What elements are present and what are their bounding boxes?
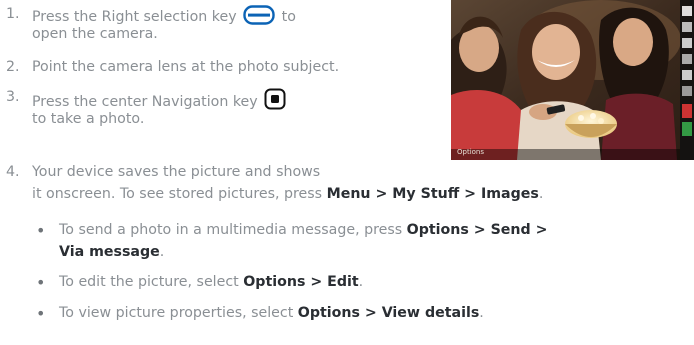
softkey-options-label: Options — [457, 148, 485, 156]
bullet-2-text: To edit the picture, select — [59, 274, 239, 290]
step-1: 1. Press the Right selection key to open… — [6, 5, 446, 45]
step-3: 3. Press the center Navigation key to ta… — [6, 88, 446, 130]
period: . — [538, 186, 544, 202]
step-number: 4. — [6, 164, 20, 180]
bullet-icon: • — [36, 304, 46, 323]
via-message-path: Via message — [59, 244, 160, 260]
photo-illustration — [451, 0, 694, 160]
step-4-line-1: Your device saves the picture and shows — [32, 164, 321, 180]
bullet-1-line-1: To send a photo in a multimedia message,… — [59, 221, 548, 240]
step-1-text-before: Press the Right selection key — [32, 9, 237, 25]
manual-page: 1. Press the Right selection key to open… — [0, 0, 694, 345]
step-3-line-2: to take a photo. — [32, 111, 145, 127]
step-2: 2. Point the camera lens at the photo su… — [6, 58, 446, 78]
bullet-3-text: To view picture properties, select — [59, 305, 294, 321]
bullet-icon: • — [36, 221, 46, 240]
options-view-details-path: Options > View details — [297, 305, 480, 321]
step-4-line-2: it onscreen. To see stored pictures, pre… — [32, 185, 543, 204]
step-number: 2. — [6, 59, 20, 75]
step-1-line-2: open the camera. — [32, 26, 158, 42]
bullet-icon: • — [36, 273, 46, 292]
right-selection-key-icon — [243, 5, 275, 31]
bullet-1-text: To send a photo in a multimedia message,… — [59, 222, 403, 238]
period: . — [479, 305, 484, 321]
camera-viewfinder-photo: Options — [451, 0, 694, 160]
menu-path: Menu > My Stuff > Images — [326, 186, 539, 202]
period: . — [159, 244, 165, 260]
options-edit-path: Options > Edit — [243, 274, 359, 290]
bullet-send-photo: • To send a photo in a multimedia messag… — [36, 221, 694, 263]
bullet-1-line-2: Via message. — [59, 243, 164, 262]
step-4: 4. Your device saves the picture and sho… — [6, 163, 694, 205]
bullet-view-details: • To view picture properties, select Opt… — [36, 304, 694, 324]
step-1-text-after: to — [281, 9, 296, 25]
period: . — [358, 274, 364, 290]
step-2-line-1: Point the camera lens at the photo subje… — [32, 59, 340, 75]
step-3-text: Press the center Navigation key — [32, 94, 258, 110]
options-send-path: Options > Send > — [406, 222, 548, 238]
bullet-edit-picture: • To edit the picture, select Options > … — [36, 273, 694, 293]
step-4-text: it onscreen. To see stored pictures, pre… — [32, 186, 323, 202]
step-number: 1. — [6, 6, 20, 22]
bullet-3-line: To view picture properties, select Optio… — [59, 304, 484, 323]
center-navigation-key-icon — [264, 88, 286, 116]
step-number: 3. — [6, 89, 20, 105]
bullet-2-line: To edit the picture, select Options > Ed… — [59, 273, 363, 292]
